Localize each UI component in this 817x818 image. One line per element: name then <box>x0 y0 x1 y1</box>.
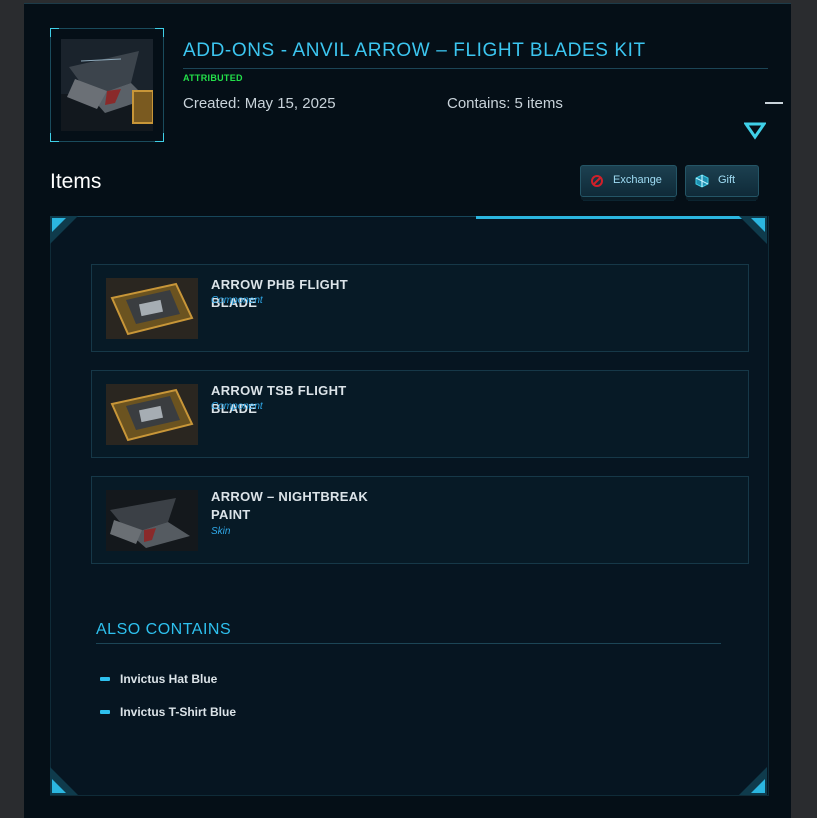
exchange-button[interactable]: Exchange <box>580 165 677 197</box>
gift-button[interactable]: Gift <box>685 165 759 197</box>
also-contains-item: Invictus T-Shirt Blue <box>120 705 237 719</box>
bullet-icon <box>100 677 110 681</box>
also-contains-divider <box>96 643 721 644</box>
gift-label: Gift <box>718 174 736 186</box>
frame-corner-bottom-left <box>50 767 78 795</box>
ship-paint-image <box>106 490 198 551</box>
contains-count: Contains: 5 items <box>447 95 563 112</box>
gift-icon <box>695 174 709 188</box>
also-contains-item: Invictus Hat Blue <box>120 672 218 686</box>
item-name: ARROW PHB FLIGHT BLADE <box>211 277 348 310</box>
title-divider <box>183 68 768 69</box>
flight-blade-image <box>106 384 198 445</box>
frame-corner-top-right <box>739 216 767 244</box>
anvil-arrow-ship-image <box>61 39 153 131</box>
item-type: Component <box>211 295 263 306</box>
pledge-title: ADD-ONS - ANVIL ARROW – FLIGHT BLADES KI… <box>183 40 646 61</box>
flight-blade-image <box>106 278 198 339</box>
exchange-icon <box>590 174 604 188</box>
bullet-icon <box>100 710 110 714</box>
list-item[interactable]: ARROW TSB FLIGHT BLADE Component <box>91 370 749 458</box>
attributed-status: ATTRIBUTED <box>183 73 243 83</box>
created-date: Created: May 15, 2025 <box>183 95 336 112</box>
exchange-label: Exchange <box>613 174 662 186</box>
pledge-thumbnail[interactable] <box>50 28 164 142</box>
also-contains-heading: ALSO CONTAINS <box>96 621 232 638</box>
items-heading: Items <box>50 170 102 193</box>
item-name: ARROW – NIGHTBREAK PAINT <box>211 489 369 522</box>
frame-corner-bottom-right <box>739 767 767 795</box>
item-type: Component <box>211 401 263 412</box>
collapse-minus-button[interactable] <box>765 102 783 104</box>
pledge-panel: ADD-ONS - ANVIL ARROW – FLIGHT BLADES KI… <box>24 3 791 818</box>
item-name: ARROW TSB FLIGHT BLADE <box>211 383 347 416</box>
items-divider-accent <box>476 216 767 219</box>
item-type: Skin <box>211 526 231 537</box>
chevron-down-icon[interactable] <box>743 122 767 140</box>
frame-corner-top-left <box>50 216 78 244</box>
list-item[interactable]: ARROW – NIGHTBREAK PAINT Skin <box>91 476 749 564</box>
list-item[interactable]: ARROW PHB FLIGHT BLADE Component <box>91 264 749 352</box>
